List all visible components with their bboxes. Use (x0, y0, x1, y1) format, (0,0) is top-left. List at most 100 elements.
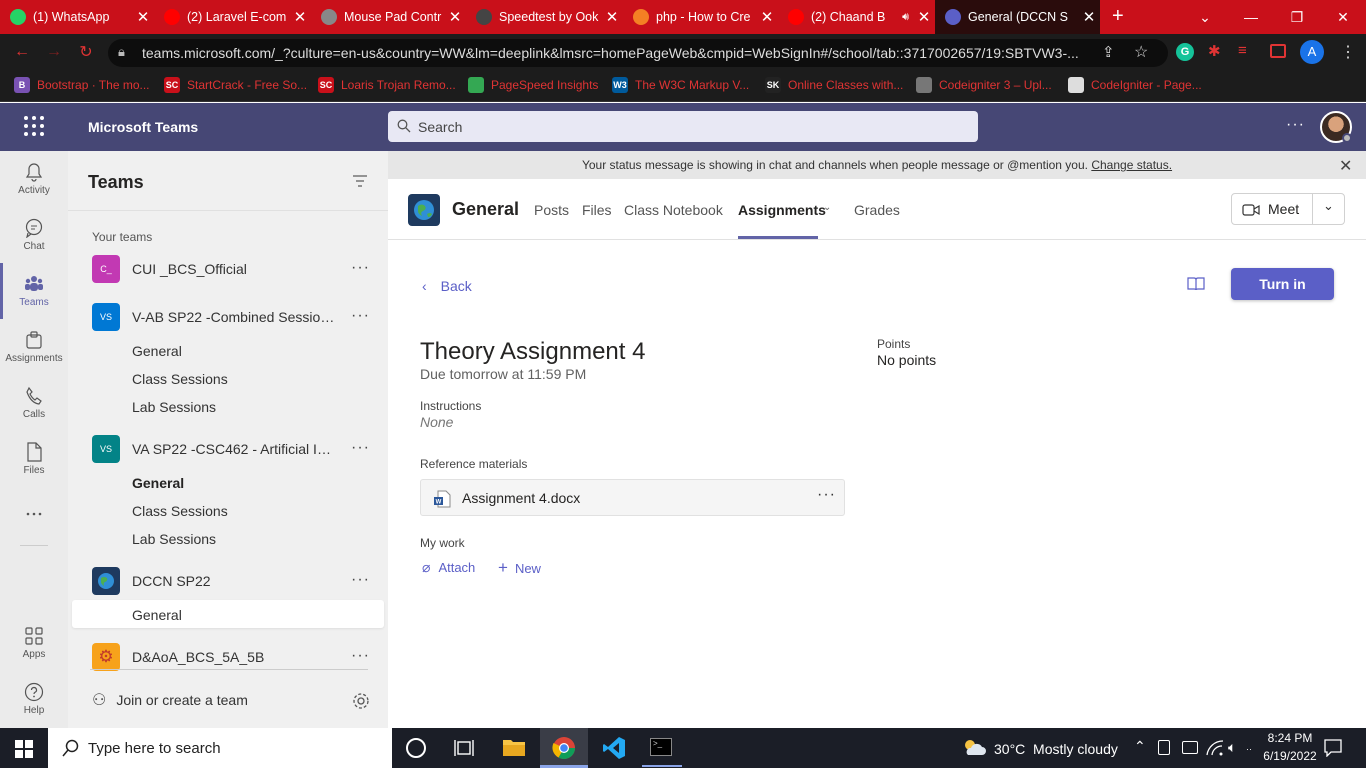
tab-close-icon[interactable]: ✕ (601, 8, 623, 26)
team-item[interactable]: VS V-AB SP22 -Combined Session... (92, 303, 337, 331)
team-more-options-icon[interactable]: ··· (351, 571, 370, 589)
teams-search-input[interactable]: Search (388, 111, 978, 142)
rail-item-file[interactable]: Files (0, 431, 68, 487)
minimize-icon[interactable]: — (1228, 0, 1274, 34)
side-panel-icon[interactable] (1270, 44, 1286, 58)
notification-center-icon[interactable] (1324, 739, 1342, 757)
restore-icon[interactable]: ❐ (1274, 0, 1320, 34)
task-view-icon[interactable] (454, 739, 474, 757)
filter-icon[interactable] (352, 175, 368, 187)
meet-button[interactable]: Meet (1268, 201, 1299, 217)
join-create-team-button[interactable]: ⚇ Join or create a team (92, 690, 248, 710)
bookmark-item[interactable]: B Bootstrap · The mo... (14, 74, 150, 96)
immersive-reader-icon[interactable] (1187, 276, 1205, 292)
channel-item[interactable]: General (132, 343, 182, 359)
team-item[interactable]: ⚙︎ D&AoA_BCS_5A_5B (92, 643, 337, 671)
grammarly-extension-icon[interactable]: G (1176, 43, 1194, 61)
browser-tab[interactable]: (1) WhatsApp ✕ (0, 0, 154, 34)
team-more-options-icon[interactable]: ··· (351, 307, 370, 325)
rail-item-assignments[interactable]: Assignments (0, 319, 68, 375)
new-button[interactable]: + New (498, 558, 541, 578)
forward-arrow-icon[interactable]: → (44, 42, 64, 62)
channel-item[interactable]: Lab Sessions (132, 399, 216, 415)
volume-icon[interactable]: 🔈︎ (1228, 739, 1236, 756)
close-icon[interactable]: ✕ (1339, 156, 1352, 176)
rail-item-help[interactable]: Help (0, 671, 68, 727)
taskbar-search-box[interactable]: Type here to search (48, 728, 392, 768)
team-item[interactable]: DCCN SP22 (92, 567, 337, 595)
tab-close-icon[interactable]: ✕ (444, 8, 466, 26)
tab-close-icon[interactable]: ✕ (289, 8, 311, 26)
bookmark-item[interactable]: Codeigniter 3 – Upl... (916, 74, 1052, 96)
chevron-down-icon[interactable]: ⌄ (823, 202, 831, 213)
team-more-options-icon[interactable]: ··· (351, 647, 370, 665)
browser-tab[interactable]: Mouse Pad Contr ✕ (311, 0, 466, 34)
tray-chevron-up-icon[interactable]: ⌃ (1134, 738, 1146, 755)
clock-date[interactable]: 6/19/2022 (1256, 749, 1324, 763)
meet-dropdown-chevron-icon[interactable]: ⌄ (1323, 198, 1334, 214)
bookmark-item[interactable]: CodeIgniter - Page... (1068, 74, 1202, 96)
change-status-link[interactable]: Change status. (1091, 158, 1172, 172)
browser-tab[interactable]: php - How to Cre ✕ (623, 0, 778, 34)
reference-file-card[interactable]: W Assignment 4.docx ··· (420, 479, 845, 516)
team-item[interactable]: VS VA SP22 -CSC462 - Artificial Int... (92, 435, 337, 463)
turn-in-button[interactable]: Turn in (1231, 268, 1334, 300)
address-bar[interactable]: 🔒︎ teams.microsoft.com/_?culture=en-us&c… (108, 39, 1168, 67)
browser-tab[interactable]: General (DCCN S ✕ (935, 0, 1100, 34)
back-button[interactable]: ‹ Back (422, 278, 472, 294)
team-item[interactable]: C_ CUI _BCS_Official (92, 255, 337, 283)
extensions-puzzle-icon[interactable]: ✱ (1208, 42, 1221, 60)
rail-item-apps[interactable]: Apps (0, 615, 68, 671)
tab-close-icon[interactable]: ✕ (913, 8, 935, 26)
device-icon[interactable] (1158, 740, 1170, 755)
tray-overflow-icon[interactable]: ·· (1246, 744, 1252, 754)
channel-item[interactable]: Lab Sessions (132, 531, 216, 547)
weather-text[interactable]: 30°C Mostly cloudy (994, 741, 1118, 757)
settings-more-icon[interactable]: ··· (1286, 116, 1305, 134)
file-explorer-icon[interactable] (502, 737, 526, 757)
tab-posts[interactable]: Posts (534, 202, 569, 218)
wifi-icon[interactable] (1206, 740, 1224, 756)
chrome-icon[interactable] (552, 736, 576, 760)
tab-close-icon[interactable]: ✕ (1078, 8, 1100, 26)
new-tab-icon[interactable]: + (1112, 5, 1124, 28)
profile-avatar[interactable]: A (1300, 40, 1324, 64)
tab-search-icon[interactable]: ⌄ (1182, 0, 1228, 34)
weather-cloud-icon[interactable] (962, 738, 986, 756)
bookmark-star-icon[interactable]: ☆ (1134, 42, 1148, 62)
vscode-icon[interactable] (602, 736, 626, 760)
bookmark-item[interactable]: SC Loaris Trojan Remo... (318, 74, 456, 96)
user-avatar[interactable] (1320, 111, 1352, 143)
bookmark-item[interactable]: SC StartCrack - Free So... (164, 74, 307, 96)
team-more-options-icon[interactable]: ··· (351, 259, 370, 277)
channel-item[interactable]: Class Sessions (132, 371, 228, 387)
rail-item-more[interactable] (0, 487, 68, 543)
windows-start-icon[interactable] (15, 740, 33, 758)
tab-close-icon[interactable]: ✕ (132, 8, 154, 26)
share-icon[interactable]: ⇪ (1102, 43, 1115, 61)
reload-icon[interactable]: ↻ (76, 42, 96, 62)
tab-grades[interactable]: Grades (854, 202, 900, 218)
cortana-icon[interactable] (406, 738, 426, 758)
browser-tab[interactable]: (2) Laravel E-com ✕ (154, 0, 311, 34)
window-close-icon[interactable]: ✕ (1320, 0, 1366, 34)
terminal-icon[interactable]: >_ (650, 738, 672, 756)
back-arrow-icon[interactable]: ← (12, 42, 32, 62)
rail-item-teams[interactable]: Teams (0, 263, 68, 319)
reading-list-icon[interactable]: ≡ (1238, 42, 1247, 59)
attach-button[interactable]: ⌀ Attach (422, 559, 475, 576)
rail-item-chat[interactable]: Chat (0, 207, 68, 263)
browser-tab[interactable]: Speedtest by Ook ✕ (466, 0, 623, 34)
file-more-options-icon[interactable]: ··· (817, 486, 836, 504)
tab-close-icon[interactable]: ✕ (756, 8, 778, 26)
battery-icon[interactable] (1182, 741, 1198, 754)
clock-time[interactable]: 8:24 PM (1256, 731, 1324, 745)
browser-menu-icon[interactable]: ⋮ (1340, 42, 1356, 62)
bookmark-item[interactable]: PageSpeed Insights (468, 74, 598, 96)
rail-item-phone[interactable]: Calls (0, 375, 68, 431)
rail-item-bell[interactable]: Activity (0, 151, 68, 207)
channel-item[interactable]: General (132, 475, 184, 491)
tab-files[interactable]: Files (582, 202, 612, 218)
bookmark-item[interactable]: W3 The W3C Markup V... (612, 74, 749, 96)
gear-icon[interactable] (352, 692, 370, 710)
